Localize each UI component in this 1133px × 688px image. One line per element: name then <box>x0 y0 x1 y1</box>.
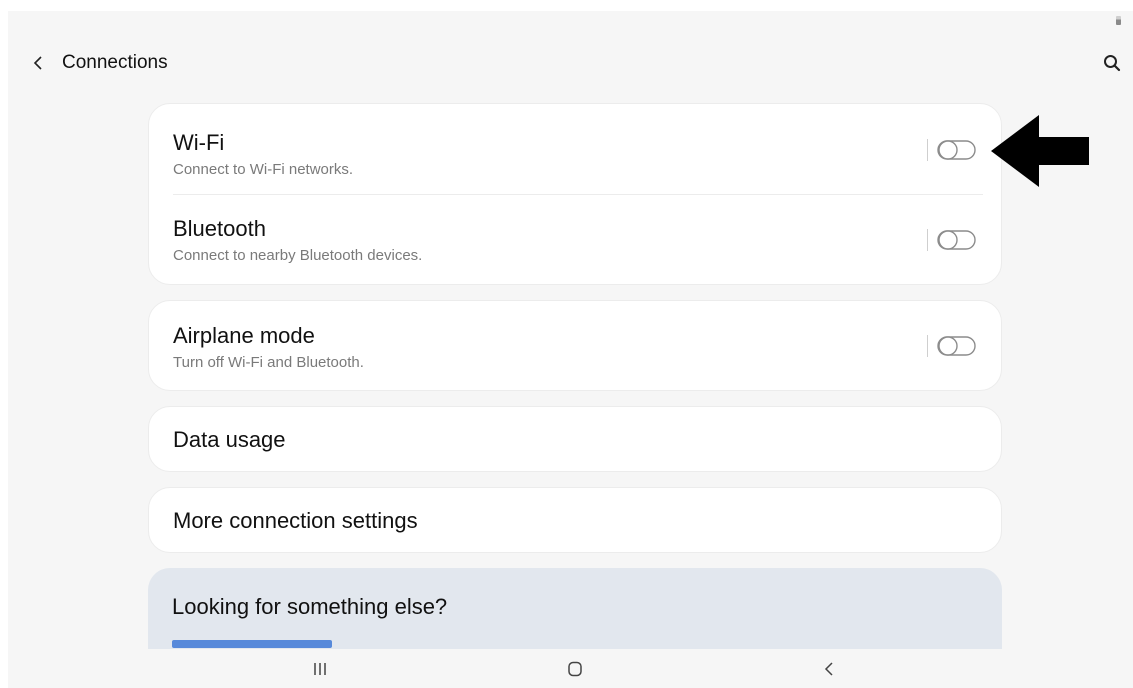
home-icon <box>568 661 582 677</box>
data-usage-row[interactable]: Data usage <box>149 407 1001 471</box>
top-app-bar: Connections <box>8 46 1133 82</box>
bluetooth-title: Bluetooth <box>173 216 266 241</box>
more-settings-card: More connection settings <box>148 487 1002 553</box>
airplane-card: Airplane mode Turn off Wi-Fi and Bluetoo… <box>148 300 1002 391</box>
airplane-mode-toggle[interactable] <box>937 335 977 357</box>
wifi-subtitle: Connect to Wi-Fi networks. <box>173 161 354 178</box>
chevron-left-icon <box>33 56 42 70</box>
connections-card: Wi-Fi Connect to Wi-Fi networks. Bluetoo… <box>148 103 1002 285</box>
recents-icon <box>314 663 326 675</box>
airplane-mode-row[interactable]: Airplane mode Turn off Wi-Fi and Bluetoo… <box>149 301 1001 390</box>
bluetooth-toggle[interactable] <box>937 229 977 251</box>
suggestion-link[interactable] <box>172 640 332 648</box>
more-connection-settings-row[interactable]: More connection settings <box>149 488 1001 552</box>
bluetooth-subtitle: Connect to nearby Bluetooth devices. <box>173 247 423 264</box>
wifi-title: Wi-Fi <box>173 130 225 155</box>
system-navigation-bar <box>8 649 1133 688</box>
back-button[interactable] <box>26 50 50 76</box>
wifi-row[interactable]: Wi-Fi Connect to Wi-Fi networks. <box>149 104 1001 195</box>
suggestions-title: Looking for something else? <box>172 594 448 619</box>
battery-icon <box>1116 16 1121 25</box>
page-title: Connections <box>62 52 168 73</box>
connections-screen: Connections Wi-Fi Connect to Wi-Fi netwo… <box>8 11 1133 688</box>
toggle-divider <box>927 139 928 161</box>
data-usage-title: Data usage <box>173 427 286 452</box>
wifi-toggle[interactable] <box>937 139 977 161</box>
toggle-divider <box>927 335 928 357</box>
search-icon <box>1104 55 1121 72</box>
nav-back-button[interactable] <box>814 657 844 681</box>
search-button[interactable] <box>1100 51 1124 75</box>
recents-button[interactable] <box>305 657 335 681</box>
bluetooth-row[interactable]: Bluetooth Connect to nearby Bluetooth de… <box>149 195 1001 284</box>
more-connection-settings-title: More connection settings <box>173 508 418 533</box>
airplane-mode-title: Airplane mode <box>173 323 315 348</box>
data-usage-card: Data usage <box>148 406 1002 472</box>
arrow-left-icon <box>991 115 1091 187</box>
airplane-mode-subtitle: Turn off Wi-Fi and Bluetooth. <box>173 354 364 371</box>
home-button[interactable] <box>560 657 590 681</box>
back-icon <box>824 662 833 676</box>
toggle-divider <box>927 229 928 251</box>
